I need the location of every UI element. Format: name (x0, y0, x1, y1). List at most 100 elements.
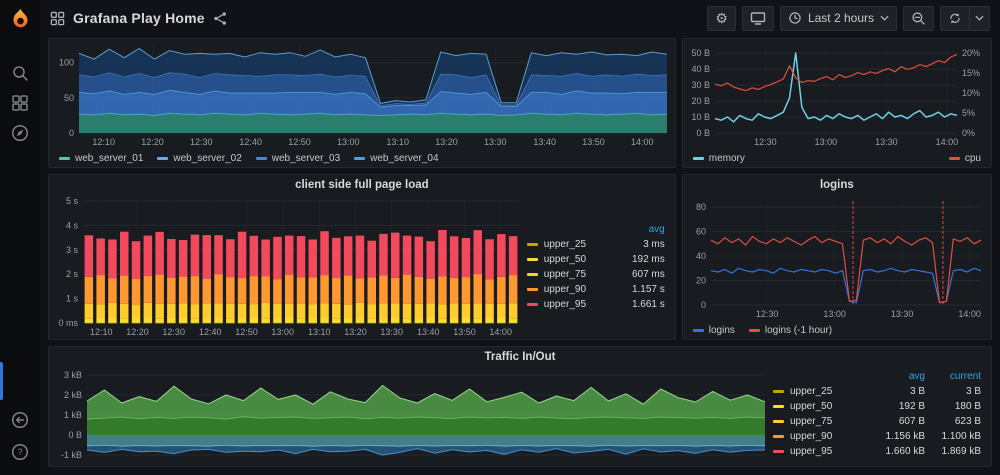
legend-item[interactable]: cpu (949, 153, 981, 164)
refresh-icon (948, 11, 962, 25)
refresh-button[interactable] (940, 6, 969, 31)
svg-text:14:00: 14:00 (958, 309, 981, 319)
legend-value: 1.869 kB (931, 446, 981, 457)
legend-column-header[interactable]: avg (615, 224, 665, 235)
nav-sidebar: ? (0, 0, 40, 475)
legend-header-row: avg current (773, 369, 981, 384)
legend-value: 607 ms (615, 269, 665, 280)
sidebar-active-indicator (0, 362, 3, 400)
settings-button[interactable]: ⚙ (707, 6, 736, 31)
legend-label: upper_25 (544, 239, 586, 250)
memory-cpu-legend: memory cpu (683, 149, 991, 167)
legend-marker (773, 420, 784, 423)
legend-marker (354, 157, 365, 160)
svg-text:-1 kB: -1 kB (61, 450, 82, 460)
legend-item[interactable]: web_server_01 (59, 153, 143, 164)
legend-row[interactable]: upper_50192 ms (527, 252, 665, 267)
legend-row[interactable]: upper_901.156 kB1.100 kB (773, 429, 981, 444)
web-servers-legend: web_server_01 web_server_02 web_server_03 w… (49, 149, 675, 167)
clock-icon (788, 11, 802, 25)
web-servers-chart[interactable]: 05010012:1012:2012:3012:4012:5013:0013:1… (49, 39, 675, 149)
legend-item[interactable]: web_server_03 (256, 153, 340, 164)
help-icon[interactable]: ? (0, 437, 40, 467)
svg-text:12:20: 12:20 (126, 327, 149, 337)
grafana-logo-icon[interactable] (8, 7, 33, 32)
dashboard-title[interactable]: Grafana Play Home (73, 10, 205, 26)
legend-item[interactable]: web_server_02 (157, 153, 241, 164)
dashboards-icon[interactable] (0, 88, 40, 118)
svg-text:50: 50 (64, 93, 74, 103)
chevron-down-icon (880, 15, 889, 21)
panel-title-traffic[interactable]: Traffic In/Out (49, 347, 991, 367)
legend-marker (256, 157, 267, 160)
legend-label: upper_90 (544, 284, 586, 295)
dashboard-grid: 05010012:1012:2012:3012:4012:5013:0013:1… (40, 36, 1000, 475)
logins-chart[interactable]: 02040608012:3013:0013:3014:00 (683, 195, 991, 321)
legend-label: web_server_01 (75, 153, 143, 164)
legend-label: web_server_02 (173, 153, 241, 164)
svg-text:20%: 20% (962, 48, 980, 58)
svg-text:0: 0 (69, 128, 74, 138)
sign-in-icon[interactable] (0, 405, 40, 435)
svg-text:12:30: 12:30 (756, 309, 779, 319)
dashboard-row: 05010012:1012:2012:3012:4012:5013:0013:1… (48, 38, 992, 168)
legend-row[interactable]: upper_50192 B180 B (773, 399, 981, 414)
legend-item[interactable]: memory (693, 153, 745, 164)
legend-marker (773, 435, 784, 438)
legend-row[interactable]: upper_75607 B623 B (773, 414, 981, 429)
legend-row[interactable]: upper_951.660 kB1.869 kB (773, 444, 981, 459)
legend-value: 1.100 kB (931, 431, 981, 442)
sidebar-bottom: ? (0, 405, 40, 467)
monitor-icon (750, 10, 766, 26)
share-icon[interactable] (213, 11, 228, 26)
legend-label: cpu (965, 153, 981, 164)
svg-text:2 s: 2 s (66, 269, 79, 279)
legend-column-header[interactable]: current (931, 371, 981, 382)
legend-row[interactable]: upper_253 B3 B (773, 384, 981, 399)
zoom-out-button[interactable] (903, 6, 934, 31)
svg-text:12:30: 12:30 (162, 327, 185, 337)
svg-text:12:40: 12:40 (239, 137, 262, 147)
svg-text:13:00: 13:00 (814, 137, 837, 147)
svg-text:13:40: 13:40 (533, 137, 556, 147)
svg-text:13:00: 13:00 (271, 327, 294, 337)
svg-text:12:30: 12:30 (754, 137, 777, 147)
legend-marker (949, 157, 960, 160)
svg-text:1 kB: 1 kB (64, 410, 82, 420)
traffic-chart[interactable]: -1 kB0 B1 kB2 kB3 kB (49, 367, 773, 466)
memory-cpu-chart[interactable]: 0 B10 B20 B30 B40 B50 B0%5%10%15%20%12:3… (683, 39, 991, 149)
time-range-picker[interactable]: Last 2 hours (780, 6, 897, 31)
legend-item[interactable]: web_server_04 (354, 153, 438, 164)
legend-value: 1.156 kB (875, 431, 925, 442)
tv-mode-button[interactable] (742, 6, 774, 31)
legend-value: 3 B (875, 386, 925, 397)
svg-text:12:10: 12:10 (90, 327, 113, 337)
svg-text:13:00: 13:00 (337, 137, 360, 147)
svg-text:14:00: 14:00 (489, 327, 512, 337)
legend-label: upper_75 (544, 269, 586, 280)
legend-row[interactable]: upper_253 ms (527, 237, 665, 252)
svg-text:0: 0 (701, 300, 706, 310)
svg-text:12:30: 12:30 (190, 137, 213, 147)
time-range-label: Last 2 hours (808, 11, 874, 25)
panel-title-logins[interactable]: logins (683, 175, 991, 195)
svg-text:13:10: 13:10 (308, 327, 331, 337)
legend-marker (527, 258, 538, 261)
dashboard-grid-icon[interactable] (50, 11, 65, 26)
legend-label: upper_50 (790, 401, 832, 412)
legend-column-header[interactable]: avg (875, 371, 925, 382)
svg-text:12:50: 12:50 (288, 137, 311, 147)
main-area: Grafana Play Home ⚙ Last 2 hours (40, 0, 1000, 475)
legend-row[interactable]: upper_951.661 s (527, 297, 665, 312)
legend-item[interactable]: logins (693, 325, 735, 336)
legend-item[interactable]: logins (-1 hour) (749, 325, 832, 336)
explore-compass-icon[interactable] (0, 118, 40, 148)
legend-row[interactable]: upper_75 607 ms (527, 267, 665, 282)
legend-row[interactable]: upper_901.157 s (527, 282, 665, 297)
page-load-chart[interactable]: 0 ms1 s2 s3 s4 s5 s12:1012:2012:3012:401… (49, 195, 527, 339)
panel-memory-cpu: 0 B10 B20 B30 B40 B50 B0%5%10%15%20%12:3… (682, 38, 992, 168)
search-icon[interactable] (0, 58, 40, 88)
refresh-interval-dropdown[interactable] (969, 6, 990, 31)
panel-title-page-load[interactable]: client side full page load (49, 175, 675, 195)
legend-label: upper_25 (790, 386, 832, 397)
